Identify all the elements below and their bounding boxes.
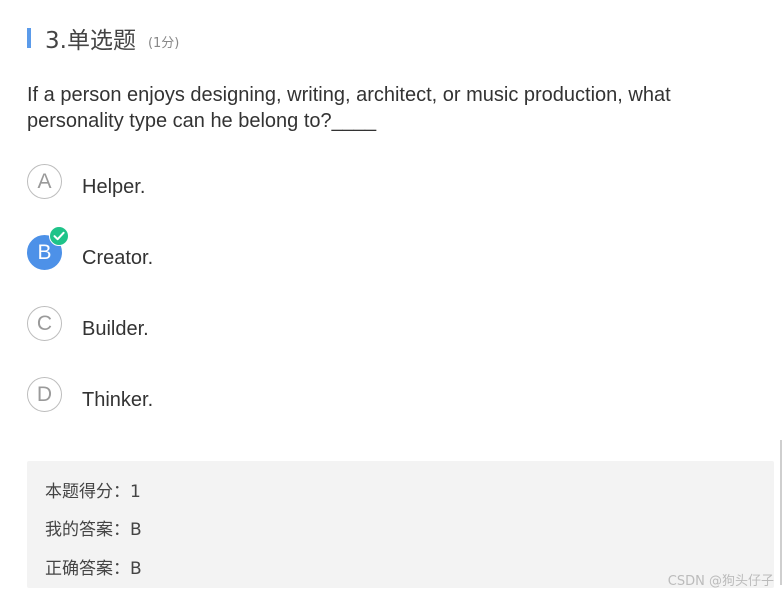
question-score: (1分) [147, 35, 180, 51]
my-answer-line: 我的答案：B [45, 520, 142, 540]
option-letter: A [37, 169, 52, 193]
check-icon [49, 226, 69, 246]
question-text: If a person enjoys designing, writing, a… [27, 84, 671, 132]
question-title: 3.单选题 [45, 28, 136, 54]
option-letter: D [36, 382, 53, 406]
option-b[interactable]: B Creator. [27, 226, 427, 279]
option-label[interactable]: Builder. [82, 318, 149, 341]
question-header: 3.单选题 (1分) [27, 22, 179, 54]
result-panel: 本题得分：1 我的答案：B 正确答案：B [27, 461, 774, 588]
option-letter-circle[interactable]: D [27, 377, 62, 412]
option-label[interactable]: Helper. [82, 176, 145, 199]
score-line: 本题得分：1 [45, 482, 141, 502]
option-a[interactable]: A Helper. [27, 164, 427, 208]
option-letter: C [36, 311, 53, 335]
option-letter-circle[interactable]: A [27, 164, 62, 199]
option-d[interactable]: D Thinker. [27, 377, 427, 421]
correct-answer-line: 正确答案：B [45, 559, 142, 579]
accent-bar [27, 28, 31, 48]
option-label[interactable]: Creator. [82, 247, 153, 270]
watermark: CSDN @狗头仔子 [667, 574, 774, 589]
option-label[interactable]: Thinker. [82, 389, 153, 412]
option-letter-circle[interactable]: C [27, 306, 62, 341]
option-letter: B [37, 240, 52, 264]
option-c[interactable]: C Builder. [27, 306, 427, 350]
